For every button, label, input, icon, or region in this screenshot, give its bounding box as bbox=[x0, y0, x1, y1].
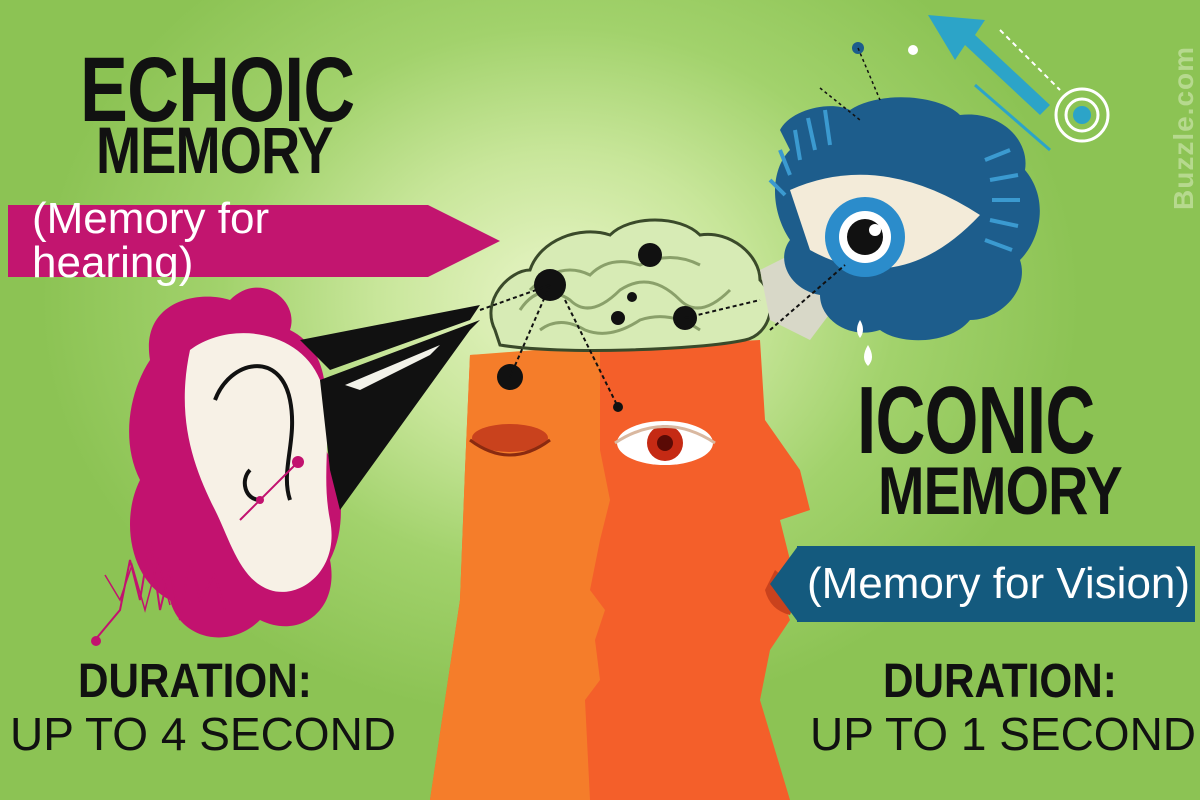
echoic-title-line2: MEMORY bbox=[96, 113, 333, 187]
echoic-duration-label: DURATION: bbox=[78, 655, 312, 708]
vision-banner-tip bbox=[770, 546, 798, 622]
vision-subtitle: (Memory for Vision) bbox=[807, 559, 1191, 608]
iconic-title-line2: MEMORY bbox=[878, 453, 1123, 529]
hearing-subtitle: (Memory for hearing) bbox=[32, 194, 270, 287]
infographic-canvas: ECHOIC MEMORY (Memory for hearing) ICONI… bbox=[0, 0, 1200, 800]
iconic-duration-label: DURATION: bbox=[883, 655, 1117, 708]
eye-icon bbox=[760, 97, 1040, 366]
vision-subtitle-banner: (Memory for Vision) bbox=[797, 546, 1195, 622]
iconic-duration: DURATION: UP TO 1 SECOND bbox=[810, 655, 1196, 760]
hearing-banner-tip bbox=[428, 205, 500, 277]
iconic-duration-value: UP TO 1 SECOND bbox=[810, 707, 1197, 760]
echoic-duration-value: UP TO 4 SECOND bbox=[10, 707, 397, 760]
watermark: Buzzle.com bbox=[1168, 45, 1199, 210]
echoic-duration: DURATION: UP TO 4 SECOND bbox=[10, 655, 396, 760]
hearing-subtitle-banner: (Memory for hearing) bbox=[8, 197, 428, 285]
